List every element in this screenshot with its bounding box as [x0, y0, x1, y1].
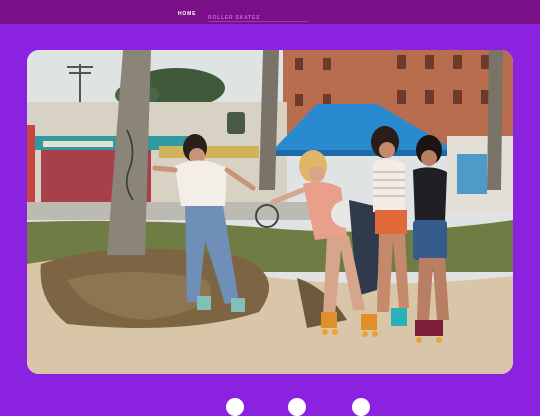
bottom-decoration-dot — [288, 398, 306, 416]
bottom-decoration-dot — [352, 398, 370, 416]
hero-photo — [27, 50, 513, 374]
hero-photo-illustration — [27, 50, 513, 374]
top-nav-bar: HOME ROLLER SKATES — [0, 0, 540, 24]
bottom-decoration-dot — [226, 398, 244, 416]
nav-underline — [208, 21, 308, 22]
nav-home-link[interactable]: HOME — [178, 11, 196, 17]
